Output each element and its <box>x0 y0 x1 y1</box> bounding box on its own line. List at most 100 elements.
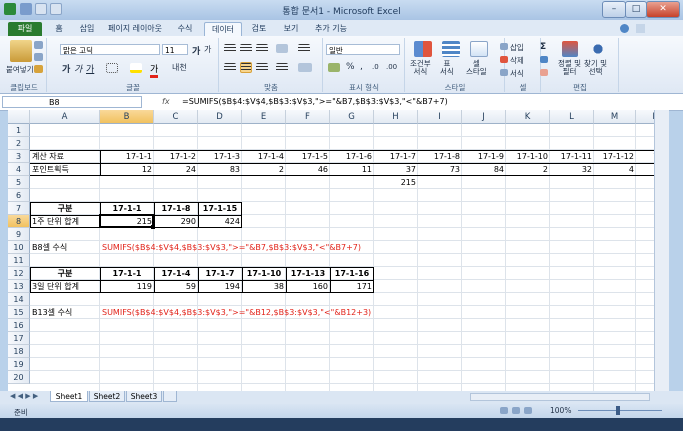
sheet-tab-1[interactable]: Sheet1 <box>50 391 88 402</box>
copy-icon[interactable] <box>34 53 43 61</box>
autosum-icon[interactable]: Σ <box>540 42 546 52</box>
column-header-C[interactable]: C <box>154 110 198 124</box>
increase-decimal-icon[interactable]: .0 <box>372 63 379 71</box>
insert-cells-icon[interactable] <box>500 43 508 50</box>
decrease-decimal-icon[interactable]: .00 <box>386 63 397 71</box>
column-header-M[interactable]: M <box>594 110 636 124</box>
cell-B12[interactable]: 17-1-1 <box>100 267 154 280</box>
italic-icon[interactable]: 가 <box>74 62 82 75</box>
find-select-label[interactable]: 찾기 및 선택 <box>584 60 607 76</box>
zoom-slider[interactable] <box>578 410 662 411</box>
phonetic-icon[interactable]: 내천 <box>172 62 187 73</box>
paste-icon[interactable] <box>10 40 32 62</box>
column-header-D[interactable]: D <box>198 110 242 124</box>
cell-G12[interactable]: 17-1-16 <box>330 267 374 280</box>
cell-H5[interactable]: 215 <box>374 176 418 189</box>
row-header-1[interactable]: 1 <box>8 124 30 137</box>
table-format-icon[interactable] <box>442 41 460 57</box>
vertical-scrollbar[interactable] <box>654 110 669 391</box>
cell-N3[interactable]: 17-1- <box>636 150 654 163</box>
cell-M3[interactable]: 17-1-12 <box>594 150 636 163</box>
tab-1[interactable]: 홈 <box>48 22 70 36</box>
insert-function-icon[interactable]: fx <box>162 97 170 106</box>
row-header-8[interactable]: 8 <box>8 215 30 228</box>
column-header-E[interactable]: E <box>242 110 286 124</box>
column-header-I[interactable]: I <box>418 110 462 124</box>
merge-center-icon[interactable] <box>298 63 312 72</box>
selected-cell-B8[interactable] <box>99 214 154 228</box>
page-break-view-icon[interactable] <box>524 407 532 414</box>
close-button[interactable]: ✕ <box>646 1 680 18</box>
delete-cells-icon[interactable] <box>500 56 508 63</box>
normal-view-icon[interactable] <box>500 407 508 414</box>
shrink-font-icon[interactable]: 가 <box>204 44 211 55</box>
cell-B3[interactable]: 17-1-1 <box>100 150 154 163</box>
sheet-nav-icon[interactable]: ◀ ◀ ▶ ▶ <box>10 392 38 400</box>
paste-label[interactable]: 붙여넣기 <box>6 64 34 75</box>
cell-A12[interactable]: 구분 <box>30 267 100 280</box>
indent-icon[interactable] <box>276 63 288 72</box>
formula-input[interactable]: =SUMIFS($B$4:$V$4,$B$3:$V$3,">="&B7,$B$3… <box>182 97 448 106</box>
bold-icon[interactable]: 가 <box>62 62 70 75</box>
name-box[interactable]: B8 <box>2 96 142 108</box>
align-bottom-icon[interactable] <box>256 44 268 53</box>
font-color-icon[interactable]: 가 <box>150 62 159 78</box>
column-header-A[interactable]: A <box>30 110 100 124</box>
find-select-icon[interactable] <box>590 41 606 57</box>
cell-C7[interactable]: 17-1-8 <box>154 202 198 215</box>
worksheet-grid[interactable]: ABCDEFGHIJKLMN12345678910111213141516171… <box>8 110 654 391</box>
row-header-5[interactable]: 5 <box>8 176 30 189</box>
cell-A15[interactable]: B13셀 수식 <box>30 306 100 319</box>
border-icon[interactable] <box>106 63 118 73</box>
page-layout-view-icon[interactable] <box>512 407 520 414</box>
font-size-combo[interactable]: 11 <box>162 44 188 55</box>
zoom-level[interactable]: 100% <box>550 406 571 415</box>
horizontal-scrollbar[interactable] <box>470 393 650 401</box>
delete-cells-label[interactable]: 삭제 <box>510 55 524 66</box>
column-header-N[interactable]: N <box>636 110 654 124</box>
column-header-B[interactable]: B <box>100 110 154 124</box>
tab-4[interactable]: 수식 <box>172 22 198 36</box>
ribbon-minimize-icon[interactable] <box>636 24 645 33</box>
row-header-11[interactable]: 11 <box>8 254 30 267</box>
tab-3[interactable]: 페이지 레이아웃 <box>104 22 166 36</box>
row-header-15[interactable]: 15 <box>8 306 30 319</box>
cell-A7[interactable]: 구분 <box>30 202 100 215</box>
row-header-20[interactable]: 20 <box>8 371 30 384</box>
row-header-10[interactable]: 10 <box>8 241 30 254</box>
cell-D12[interactable]: 17-1-7 <box>198 267 242 280</box>
row-header-13[interactable]: 13 <box>8 280 30 293</box>
sheet-tab-2[interactable]: Sheet2 <box>89 391 125 402</box>
row-header-19[interactable]: 19 <box>8 358 30 371</box>
cell-F3[interactable]: 17-1-5 <box>286 150 330 163</box>
font-name-combo[interactable]: 맑은 고딕 <box>60 44 160 55</box>
cell-B15[interactable]: SUMIFS($B$4:$V$4,$B$3:$V$3,">="&B12,$B$3… <box>100 306 500 319</box>
column-header-G[interactable]: G <box>330 110 374 124</box>
row-header-4[interactable]: 4 <box>8 163 30 176</box>
column-header-J[interactable]: J <box>462 110 506 124</box>
column-header-L[interactable]: L <box>550 110 594 124</box>
align-center-icon[interactable] <box>240 62 252 73</box>
cell-K3[interactable]: 17-1-10 <box>506 150 550 163</box>
cell-I3[interactable]: 17-1-8 <box>418 150 462 163</box>
tab-8[interactable]: 추가 기능 <box>310 22 352 36</box>
cell-style-icon[interactable] <box>470 41 488 57</box>
row-header-16[interactable]: 16 <box>8 319 30 332</box>
row-header-17[interactable]: 17 <box>8 332 30 345</box>
cell-B10[interactable]: SUMIFS($B$4:$V$4,$B$3:$V$3,">="&B7,$B$3:… <box>100 241 500 254</box>
select-all-corner[interactable] <box>8 110 30 124</box>
maximize-button[interactable]: □ <box>625 1 647 18</box>
comma-icon[interactable]: , <box>360 62 363 72</box>
align-top-icon[interactable] <box>224 44 236 53</box>
cell-D7[interactable]: 17-1-15 <box>198 202 242 215</box>
tab-6[interactable]: 검토 <box>246 22 272 36</box>
new-sheet-icon[interactable] <box>163 391 177 402</box>
sort-filter-icon[interactable] <box>562 41 578 57</box>
cell-C3[interactable]: 17-1-2 <box>154 150 198 163</box>
sort-filter-label[interactable]: 정렬 및 필터 <box>558 60 581 76</box>
tab-0[interactable]: 파일 <box>8 22 42 36</box>
column-header-H[interactable]: H <box>374 110 418 124</box>
conditional-format-icon[interactable] <box>414 41 432 57</box>
row-header-14[interactable]: 14 <box>8 293 30 306</box>
minimize-button[interactable]: – <box>602 1 626 18</box>
